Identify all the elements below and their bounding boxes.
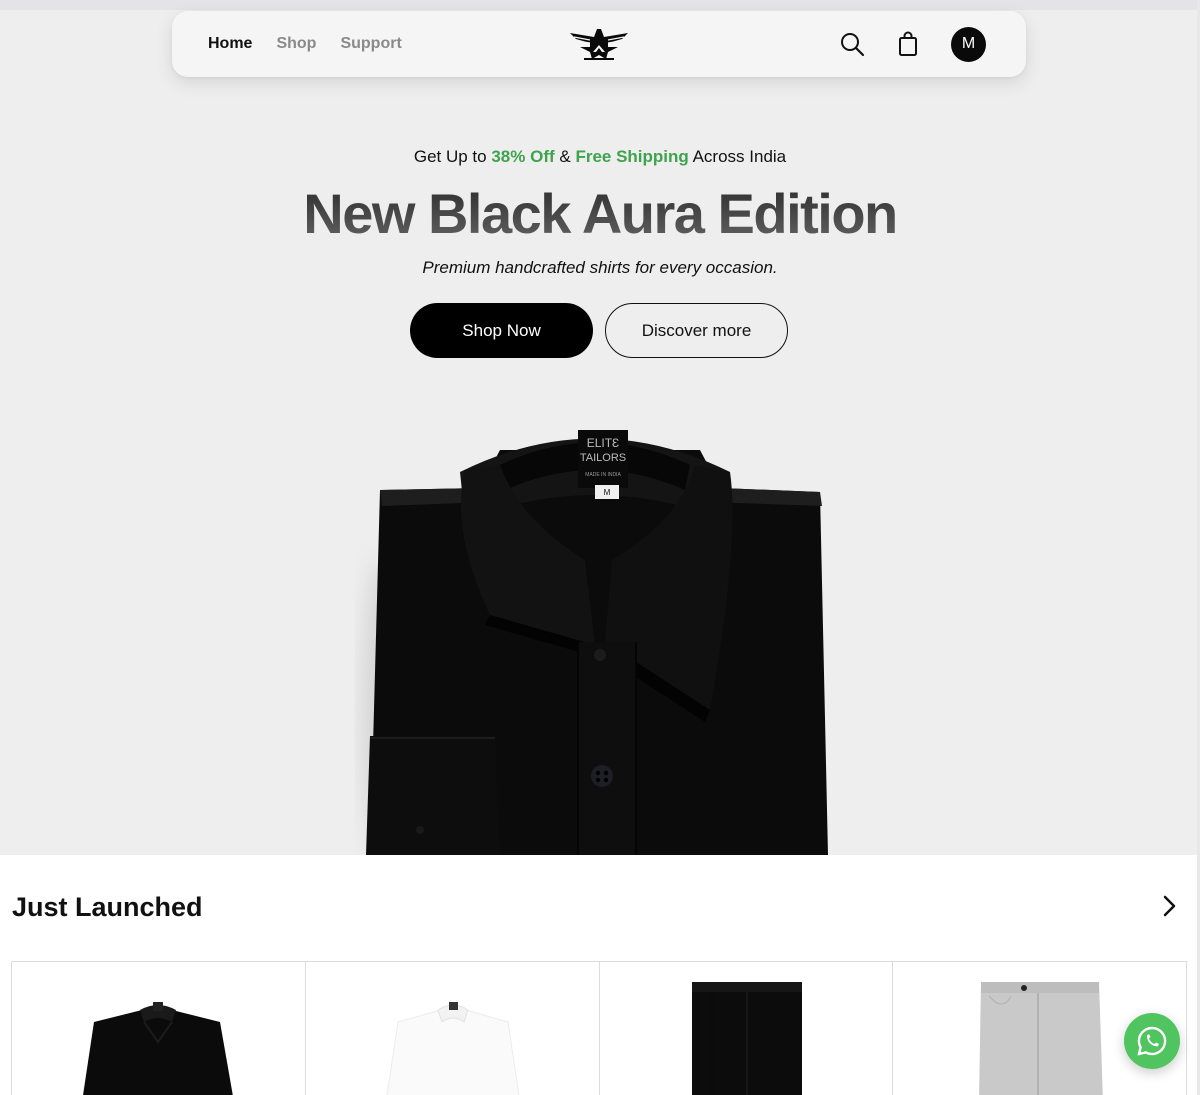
promo-shipping: Free Shipping	[575, 147, 689, 166]
whatsapp-chat-button[interactable]	[1124, 1013, 1180, 1069]
nav-icons: M	[839, 11, 986, 77]
promo-suffix: Across India	[692, 147, 787, 166]
discover-more-button[interactable]: Discover more	[605, 303, 788, 358]
black-shirt-image	[83, 1002, 233, 1095]
nav-link-shop[interactable]: Shop	[276, 35, 316, 53]
promo-banner: Get Up to 38% Off & Free Shipping Across…	[0, 147, 1200, 167]
promo-joiner: &	[559, 147, 571, 166]
avatar[interactable]: M	[951, 26, 986, 62]
eagle-logo-icon[interactable]	[568, 25, 630, 63]
shop-now-button[interactable]: Shop Now	[410, 303, 593, 358]
product-card-black-shirt[interactable]	[11, 962, 305, 1095]
hero-title: New Black Aura Edition	[0, 180, 1200, 248]
nav-links: Home Shop Support	[208, 11, 402, 77]
top-navbar: Home Shop Support M	[172, 11, 1026, 77]
hero-buttons: Shop Now Discover more	[410, 303, 788, 358]
product-card-white-shirt[interactable]	[304, 962, 599, 1095]
label-brand-line2: TAILORS	[580, 452, 626, 464]
product-card-black-trousers[interactable]	[598, 962, 893, 1095]
nav-link-support[interactable]: Support	[340, 35, 401, 53]
white-shirt-image	[386, 1002, 520, 1095]
label-origin: MADE IN INDIA	[585, 472, 621, 478]
search-icon[interactable]	[839, 31, 865, 57]
promo-discount: 38% Off	[491, 147, 555, 166]
black-trousers-image	[691, 982, 802, 1095]
hero-section: Get Up to 38% Off & Free Shipping Across…	[0, 0, 1200, 855]
nav-link-home[interactable]: Home	[208, 35, 252, 53]
just-launched-heading: Just Launched	[12, 892, 203, 922]
hero-shirt-image: ELITƐ TAILORS MADE IN INDIA M	[362, 430, 828, 855]
shopping-bag-icon[interactable]	[895, 31, 921, 57]
product-list	[11, 961, 1187, 1095]
label-size: M	[604, 488, 611, 497]
whatsapp-icon	[1137, 1026, 1167, 1056]
chevron-right-icon[interactable]	[1158, 893, 1182, 919]
top-strip	[0, 0, 1200, 10]
hero-subtitle: Premium handcrafted shirts for every occ…	[422, 258, 778, 277]
promo-prefix: Get Up to	[413, 147, 487, 166]
label-brand-line1: ELITƐ	[587, 436, 620, 450]
